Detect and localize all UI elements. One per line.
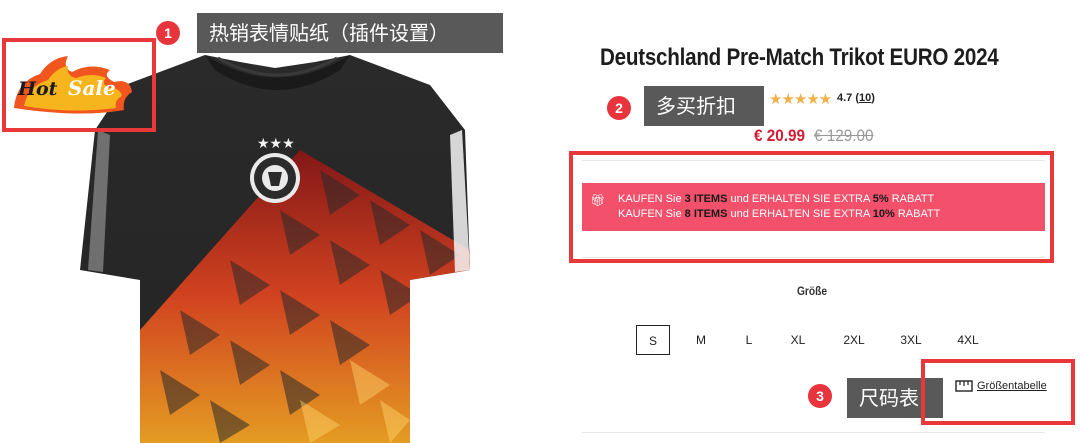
rating-value: 4.7 (837, 92, 853, 104)
gift-icon: 🎁︎ (590, 193, 606, 207)
size-option-4xl[interactable]: 4XL (954, 325, 982, 355)
callout-bulk-discount: 多买折扣 (644, 86, 764, 126)
divider (582, 432, 1045, 433)
callout-hot-sale-sticker: 热销表情贴纸（插件设置） (197, 13, 503, 53)
hot-sale-badge: Hot Sale (2, 38, 156, 132)
price-current: € 20.99 (754, 126, 806, 145)
callout-number-1: 1 (156, 21, 180, 45)
callout-number-2: 2 (607, 96, 631, 120)
divider (582, 257, 1045, 258)
callout-number-3: 3 (808, 384, 832, 408)
hot-text: Hot (18, 78, 58, 100)
discount-line-1: KAUFEN Sie 3 ITEMS und ERHALTEN SIE EXTR… (618, 193, 935, 205)
sale-text: Sale (68, 76, 116, 100)
crest-icon: ★★★ (250, 136, 300, 203)
size-chart-link-label: Größentabelle (977, 380, 1047, 392)
review-count-link[interactable]: 10 (859, 92, 871, 104)
bulk-discount-box: 🎁︎ KAUFEN Sie 3 ITEMS und ERHALTEN SIE E… (582, 183, 1045, 231)
size-chart-link[interactable]: Größentabelle (955, 380, 1047, 392)
ruler-icon (955, 380, 973, 392)
size-option-xl[interactable]: XL (787, 325, 809, 355)
size-option-l[interactable]: L (740, 325, 758, 355)
discount-line-2: KAUFEN Sie 8 ITEMS und ERHALTEN SIE EXTR… (618, 208, 941, 220)
svg-text:★★★: ★★★ (257, 136, 295, 152)
size-option-2xl[interactable]: 2XL (840, 325, 868, 355)
rating: 4.7 (10) (837, 92, 875, 104)
size-option-s[interactable]: S (636, 325, 670, 355)
size-option-3xl[interactable]: 3XL (897, 325, 925, 355)
product-image[interactable]: ★★★ Hot Sale (0, 0, 560, 443)
size-option-m[interactable]: M (691, 325, 711, 355)
price-old: € 129.00 (814, 126, 874, 145)
rating-stars-icon: ★★★★★ (769, 91, 832, 108)
size-label: Größe (797, 284, 828, 298)
product-title: Deutschland Pre-Match Trikot EURO 2024 (600, 44, 999, 71)
